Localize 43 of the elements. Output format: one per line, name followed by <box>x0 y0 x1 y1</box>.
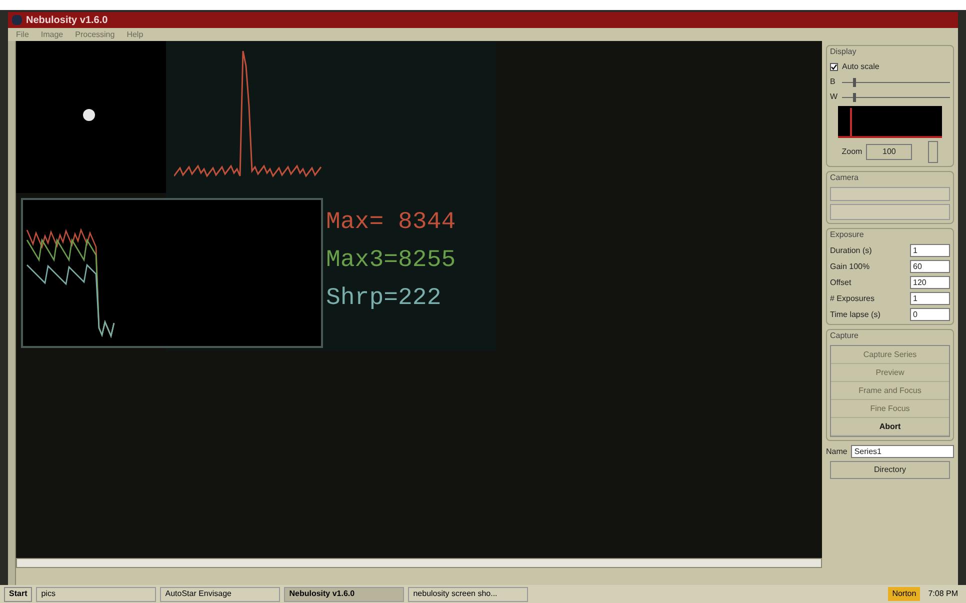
checkbox[interactable] <box>830 63 838 71</box>
readout-text: Max3=8255 <box>326 247 456 275</box>
tray-label[interactable]: Norton <box>888 587 920 601</box>
input-field[interactable]: 120 <box>910 276 950 289</box>
slider-label: W <box>830 91 838 103</box>
slider-label: B <box>830 76 836 88</box>
clock: 7:08 PM <box>927 588 959 600</box>
checkbox-label: Auto scale <box>842 61 880 73</box>
spin-button[interactable] <box>928 141 938 163</box>
slider-thumb[interactable] <box>852 78 856 86</box>
scrollbar[interactable] <box>8 41 16 585</box>
field-label: Offset <box>830 276 852 288</box>
field-label: Time lapse (s) <box>830 308 880 320</box>
taskbar-button[interactable]: AutoStar Envisage <box>160 586 280 602</box>
horizontal-scrollbar[interactable] <box>16 558 822 568</box>
name-label: Name <box>826 446 848 458</box>
input-field[interactable]: 1 <box>910 244 950 257</box>
field-label: Gain 100% <box>830 260 870 272</box>
input-field[interactable]: 60 <box>910 260 950 273</box>
field-label: Duration (s) <box>830 244 872 256</box>
taskbar-button[interactable]: nebulosity screen sho... <box>408 586 528 602</box>
app-icon <box>12 15 22 25</box>
group-title: Display <box>830 46 858 58</box>
taskbar-button[interactable]: Nebulosity v1.6.0 <box>284 586 404 602</box>
readout-text: Shrp=222 <box>326 285 442 313</box>
name-field[interactable]: Series1 <box>851 445 954 458</box>
zoom-field[interactable]: 100 <box>866 144 912 160</box>
start-button[interactable]: Start <box>4 586 32 602</box>
input-field[interactable]: 1 <box>910 292 950 305</box>
slider-thumb[interactable] <box>852 92 856 102</box>
window-title: Nebulosity v1.6.0 <box>26 14 108 28</box>
field-label: # Exposures <box>830 292 874 304</box>
input-field[interactable]: 0 <box>910 308 950 321</box>
directory-button[interactable]: Directory <box>830 461 950 479</box>
slider[interactable] <box>842 92 950 102</box>
group-title: Exposure <box>830 229 865 241</box>
readout-text: Max= 8344 <box>326 209 456 237</box>
group-title: Camera <box>830 172 860 184</box>
taskbar-button[interactable]: pics <box>36 586 156 602</box>
slider[interactable] <box>842 78 950 86</box>
capture-button[interactable]: Abort <box>831 418 949 436</box>
zoom-label: Zoom <box>842 146 862 158</box>
group-title: Capture <box>830 330 860 342</box>
